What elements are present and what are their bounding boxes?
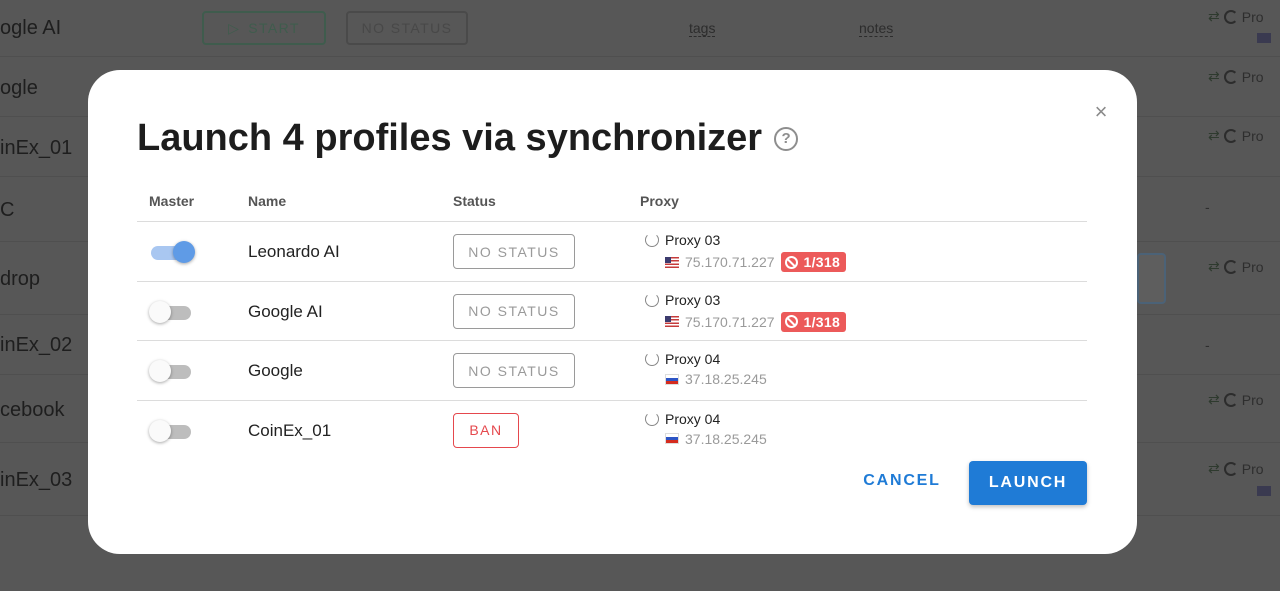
proxy-ip: 37.18.25.245	[685, 371, 767, 387]
status-badge[interactable]: BAN	[453, 412, 519, 448]
proxy-name: Proxy 03	[665, 291, 721, 308]
bg-proxy-cell: ⇄ Pro	[1208, 68, 1264, 85]
bg-notes-link: notes	[859, 20, 894, 37]
proxy-name: Proxy 04	[665, 351, 721, 367]
toggle-knob	[149, 419, 171, 442]
ru-flag-icon	[665, 433, 679, 444]
refresh-icon	[1223, 9, 1238, 24]
block-icon	[784, 315, 798, 328]
launch-button[interactable]: LAUNCH	[969, 461, 1087, 505]
table-header: Master Name Status Proxy	[137, 182, 1087, 222]
ban-count-badge: 1/318	[780, 252, 847, 272]
swap-icon: ⇄	[1208, 391, 1220, 407]
bg-selected-cell	[1137, 253, 1166, 304]
bg-proxy-cell: ⇄ Pro	[1208, 391, 1264, 408]
block-icon	[784, 255, 798, 269]
swap-icon: ⇄	[1208, 258, 1220, 274]
bg-tags-link: tags	[689, 20, 716, 37]
bg-profile-name: inEx_01	[0, 137, 73, 159]
bg-dash: -	[1205, 337, 1210, 353]
bg-dash: -	[1205, 199, 1210, 215]
swap-icon: ⇄	[1208, 127, 1220, 143]
proxy-cell: Proxy 03 75.170.71.227 1/318	[645, 291, 847, 332]
bg-profile-name: ogle AI	[0, 17, 62, 39]
proxy-name: Proxy 04	[665, 410, 721, 427]
status-badge[interactable]: NO STATUS	[453, 293, 575, 329]
refresh-icon[interactable]	[645, 411, 659, 426]
swap-icon: ⇄	[1208, 68, 1220, 84]
bg-proxy-cell: ⇄ Pro	[1208, 258, 1264, 275]
master-toggle[interactable]	[149, 419, 191, 442]
bg-profile-name: inEx_03	[0, 469, 73, 491]
refresh-icon	[1223, 392, 1238, 407]
toggle-knob	[149, 360, 171, 382]
profile-name: Leonardo AI	[248, 242, 340, 261]
column-header-master: Master	[149, 193, 195, 209]
refresh-icon[interactable]	[645, 352, 659, 366]
refresh-icon[interactable]	[645, 233, 659, 247]
swap-icon: ⇄	[1208, 460, 1220, 476]
dialog-title-text: Launch 4 profiles via synchronizer	[137, 117, 763, 159]
proxy-cell: Proxy 04 37.18.25.245	[645, 411, 767, 447]
profile-name: CoinEx_01	[248, 420, 332, 440]
column-header-status: Status	[453, 193, 496, 209]
profile-name: Google	[248, 361, 303, 380]
proxy-ip: 37.18.25.245	[685, 430, 767, 447]
bg-proxy-cell: ⇄ Pro	[1208, 8, 1264, 25]
bg-profile-name: inEx_02	[0, 334, 73, 356]
bg-profile-name: drop	[0, 268, 41, 290]
proxy-name: Proxy 03	[665, 232, 721, 248]
play-icon: ▷	[228, 19, 241, 36]
bg-profile-name: cebook	[0, 399, 65, 421]
table-row: Google NO STATUS Proxy 04 37.18.25.245	[137, 341, 1087, 401]
cancel-button[interactable]: CANCEL	[856, 462, 948, 500]
profile-name: Google AI	[248, 301, 323, 321]
ru-flag-icon	[665, 373, 679, 385]
swap-icon: ⇄	[1208, 8, 1220, 24]
master-toggle[interactable]	[149, 300, 191, 323]
status-badge[interactable]: NO STATUS	[453, 234, 575, 269]
bg-proxy-cell: ⇄ Pro	[1208, 460, 1264, 477]
toggle-knob	[173, 241, 195, 263]
ban-count-badge: 1/318	[780, 311, 847, 332]
profiles-table: Master Name Status Proxy Leonardo AI NO …	[137, 182, 1087, 460]
toggle-knob	[149, 300, 171, 323]
launch-dialog: × Launch 4 profiles via synchronizer ? M…	[88, 70, 1137, 554]
bg-profile-name: ogle	[0, 77, 38, 99]
table-row: Leonardo AI NO STATUS Proxy 03 75.170.71…	[137, 222, 1087, 282]
refresh-icon	[1223, 128, 1238, 143]
bg-proxy-cell: ⇄ Pro	[1208, 127, 1264, 144]
refresh-icon	[1223, 461, 1238, 476]
master-toggle[interactable]	[149, 360, 191, 382]
flag-icon	[1257, 33, 1271, 43]
us-flag-icon	[665, 256, 679, 268]
bg-status-badge: NO STATUS	[346, 11, 468, 45]
refresh-icon	[1223, 259, 1238, 274]
proxy-ip: 75.170.71.227	[685, 254, 775, 270]
us-flag-icon	[665, 316, 679, 327]
refresh-icon[interactable]	[645, 292, 659, 307]
refresh-icon	[1223, 69, 1238, 84]
table-row: CoinEx_01 BAN Proxy 04 37.18.25.245	[137, 401, 1087, 461]
dialog-title: Launch 4 profiles via synchronizer ?	[137, 117, 799, 160]
help-icon[interactable]: ?	[774, 126, 799, 151]
column-header-name: Name	[248, 193, 287, 209]
proxy-ip: 75.170.71.227	[685, 313, 775, 330]
flag-icon	[1257, 486, 1271, 496]
column-header-proxy: Proxy	[640, 193, 679, 209]
master-toggle[interactable]	[151, 241, 195, 263]
status-badge[interactable]: NO STATUS	[453, 353, 575, 388]
table-row: Google AI NO STATUS Proxy 03 75.170.71.2…	[137, 282, 1087, 341]
proxy-cell: Proxy 04 37.18.25.245	[645, 351, 767, 387]
bg-profile-name: C	[0, 199, 15, 221]
bg-start-button: ▷ START	[202, 11, 326, 45]
bg-row: ogle AI ▷ START NO STATUS tags notes ⇄ P…	[0, 0, 1280, 57]
proxy-cell: Proxy 03 75.170.71.227 1/318	[645, 232, 847, 272]
close-icon[interactable]: ×	[1090, 101, 1112, 123]
